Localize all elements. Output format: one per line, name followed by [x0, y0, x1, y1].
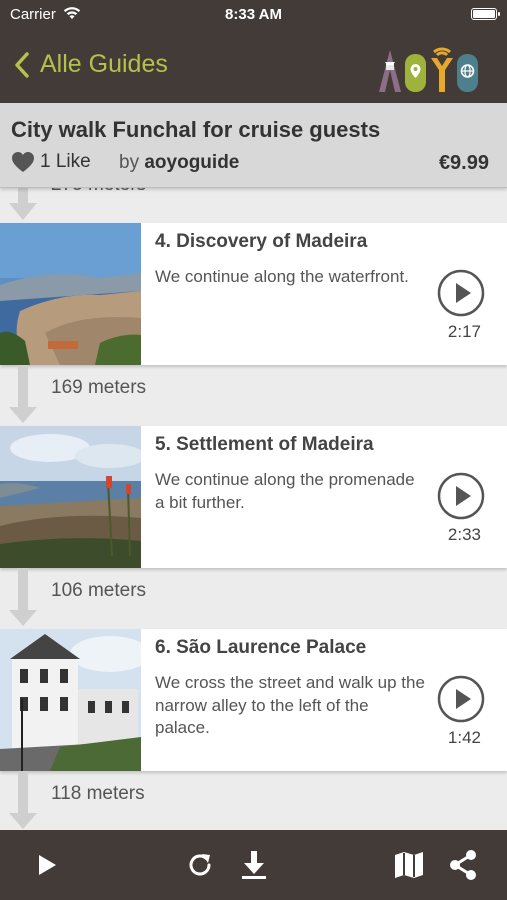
distance-label: 118 meters — [51, 783, 145, 804]
back-button[interactable]: Alle Guides — [14, 50, 168, 79]
bottom-toolbar — [0, 830, 507, 900]
down-arrow-icon — [9, 568, 37, 626]
battery-icon — [471, 8, 500, 20]
distance-label: 106 meters — [51, 580, 147, 601]
stop-duration: 2:17 — [447, 322, 481, 341]
chevron-left-icon — [15, 51, 29, 78]
download-icon — [242, 851, 266, 879]
tour-title: City walk Funchal for cruise guests — [11, 117, 381, 142]
stop-duration: 2:33 — [447, 525, 481, 544]
refresh-button[interactable] — [183, 848, 217, 882]
stop-title: 4. Discovery of Madeira — [155, 231, 368, 252]
stop-thumbnail — [0, 629, 141, 771]
stop-card[interactable]: 6. São Laurence Palace We cross the stre… — [0, 629, 507, 771]
stop-duration: 1:42 — [447, 728, 481, 747]
play-circle-icon[interactable] — [437, 675, 485, 723]
distance-row: 118 meters — [0, 771, 507, 830]
download-button[interactable] — [237, 848, 271, 882]
distance-label: 275 meters — [51, 188, 146, 196]
stop-thumbnail — [0, 223, 141, 365]
down-arrow-icon — [9, 771, 37, 829]
stop-description: We cross the street and walk up the narr… — [155, 673, 425, 737]
author-line: by aoyoguide — [119, 152, 239, 174]
stop-description: We continue along the promenade a bit fu… — [155, 470, 415, 512]
play-button[interactable] — [30, 848, 64, 882]
back-button-label: Alle Guides — [40, 50, 168, 78]
tour-header-card: City walk Funchal for cruise guests 1 Li… — [0, 103, 507, 188]
down-arrow-icon — [9, 365, 37, 423]
distance-label: 169 meters — [51, 377, 147, 398]
play-circle-icon[interactable] — [437, 269, 485, 317]
share-button[interactable] — [446, 848, 480, 882]
stop-description: We continue along the waterfront. — [155, 267, 409, 286]
stop-list[interactable]: 275 meters 4. Discovery of Madeira We co… — [0, 188, 507, 830]
stop-title: 5. Settlement of Madeira — [155, 434, 374, 455]
refresh-icon — [189, 854, 211, 876]
distance-row: 169 meters — [0, 365, 507, 425]
status-bar: Carrier 8:33 AM — [0, 0, 507, 30]
play-icon — [39, 855, 56, 875]
distance-row: 275 meters — [0, 188, 507, 223]
stop-title: 6. São Laurence Palace — [155, 637, 367, 658]
author-prefix: by — [119, 152, 140, 173]
stop-card[interactable]: 5. Settlement of Madeira We continue alo… — [0, 426, 507, 568]
clock: 8:33 AM — [225, 6, 282, 23]
author-name[interactable]: aoyoguide — [144, 152, 239, 173]
navigation-bar: Alle Guides — [0, 30, 507, 103]
heart-icon — [12, 152, 34, 172]
share-icon — [450, 850, 476, 880]
stop-thumbnail — [0, 426, 141, 568]
map-button[interactable] — [392, 848, 426, 882]
distance-row: 106 meters — [0, 568, 507, 628]
play-circle-icon[interactable] — [437, 472, 485, 520]
map-icon — [395, 852, 423, 878]
price-label: €9.99 — [438, 152, 489, 174]
down-arrow-icon — [9, 188, 37, 220]
like-count: 1 Like — [40, 151, 91, 172]
aoyo-logo — [379, 47, 478, 92]
stop-card[interactable]: 4. Discovery of Madeira We continue alon… — [0, 223, 507, 365]
like-button[interactable]: 1 Like — [11, 151, 91, 173]
